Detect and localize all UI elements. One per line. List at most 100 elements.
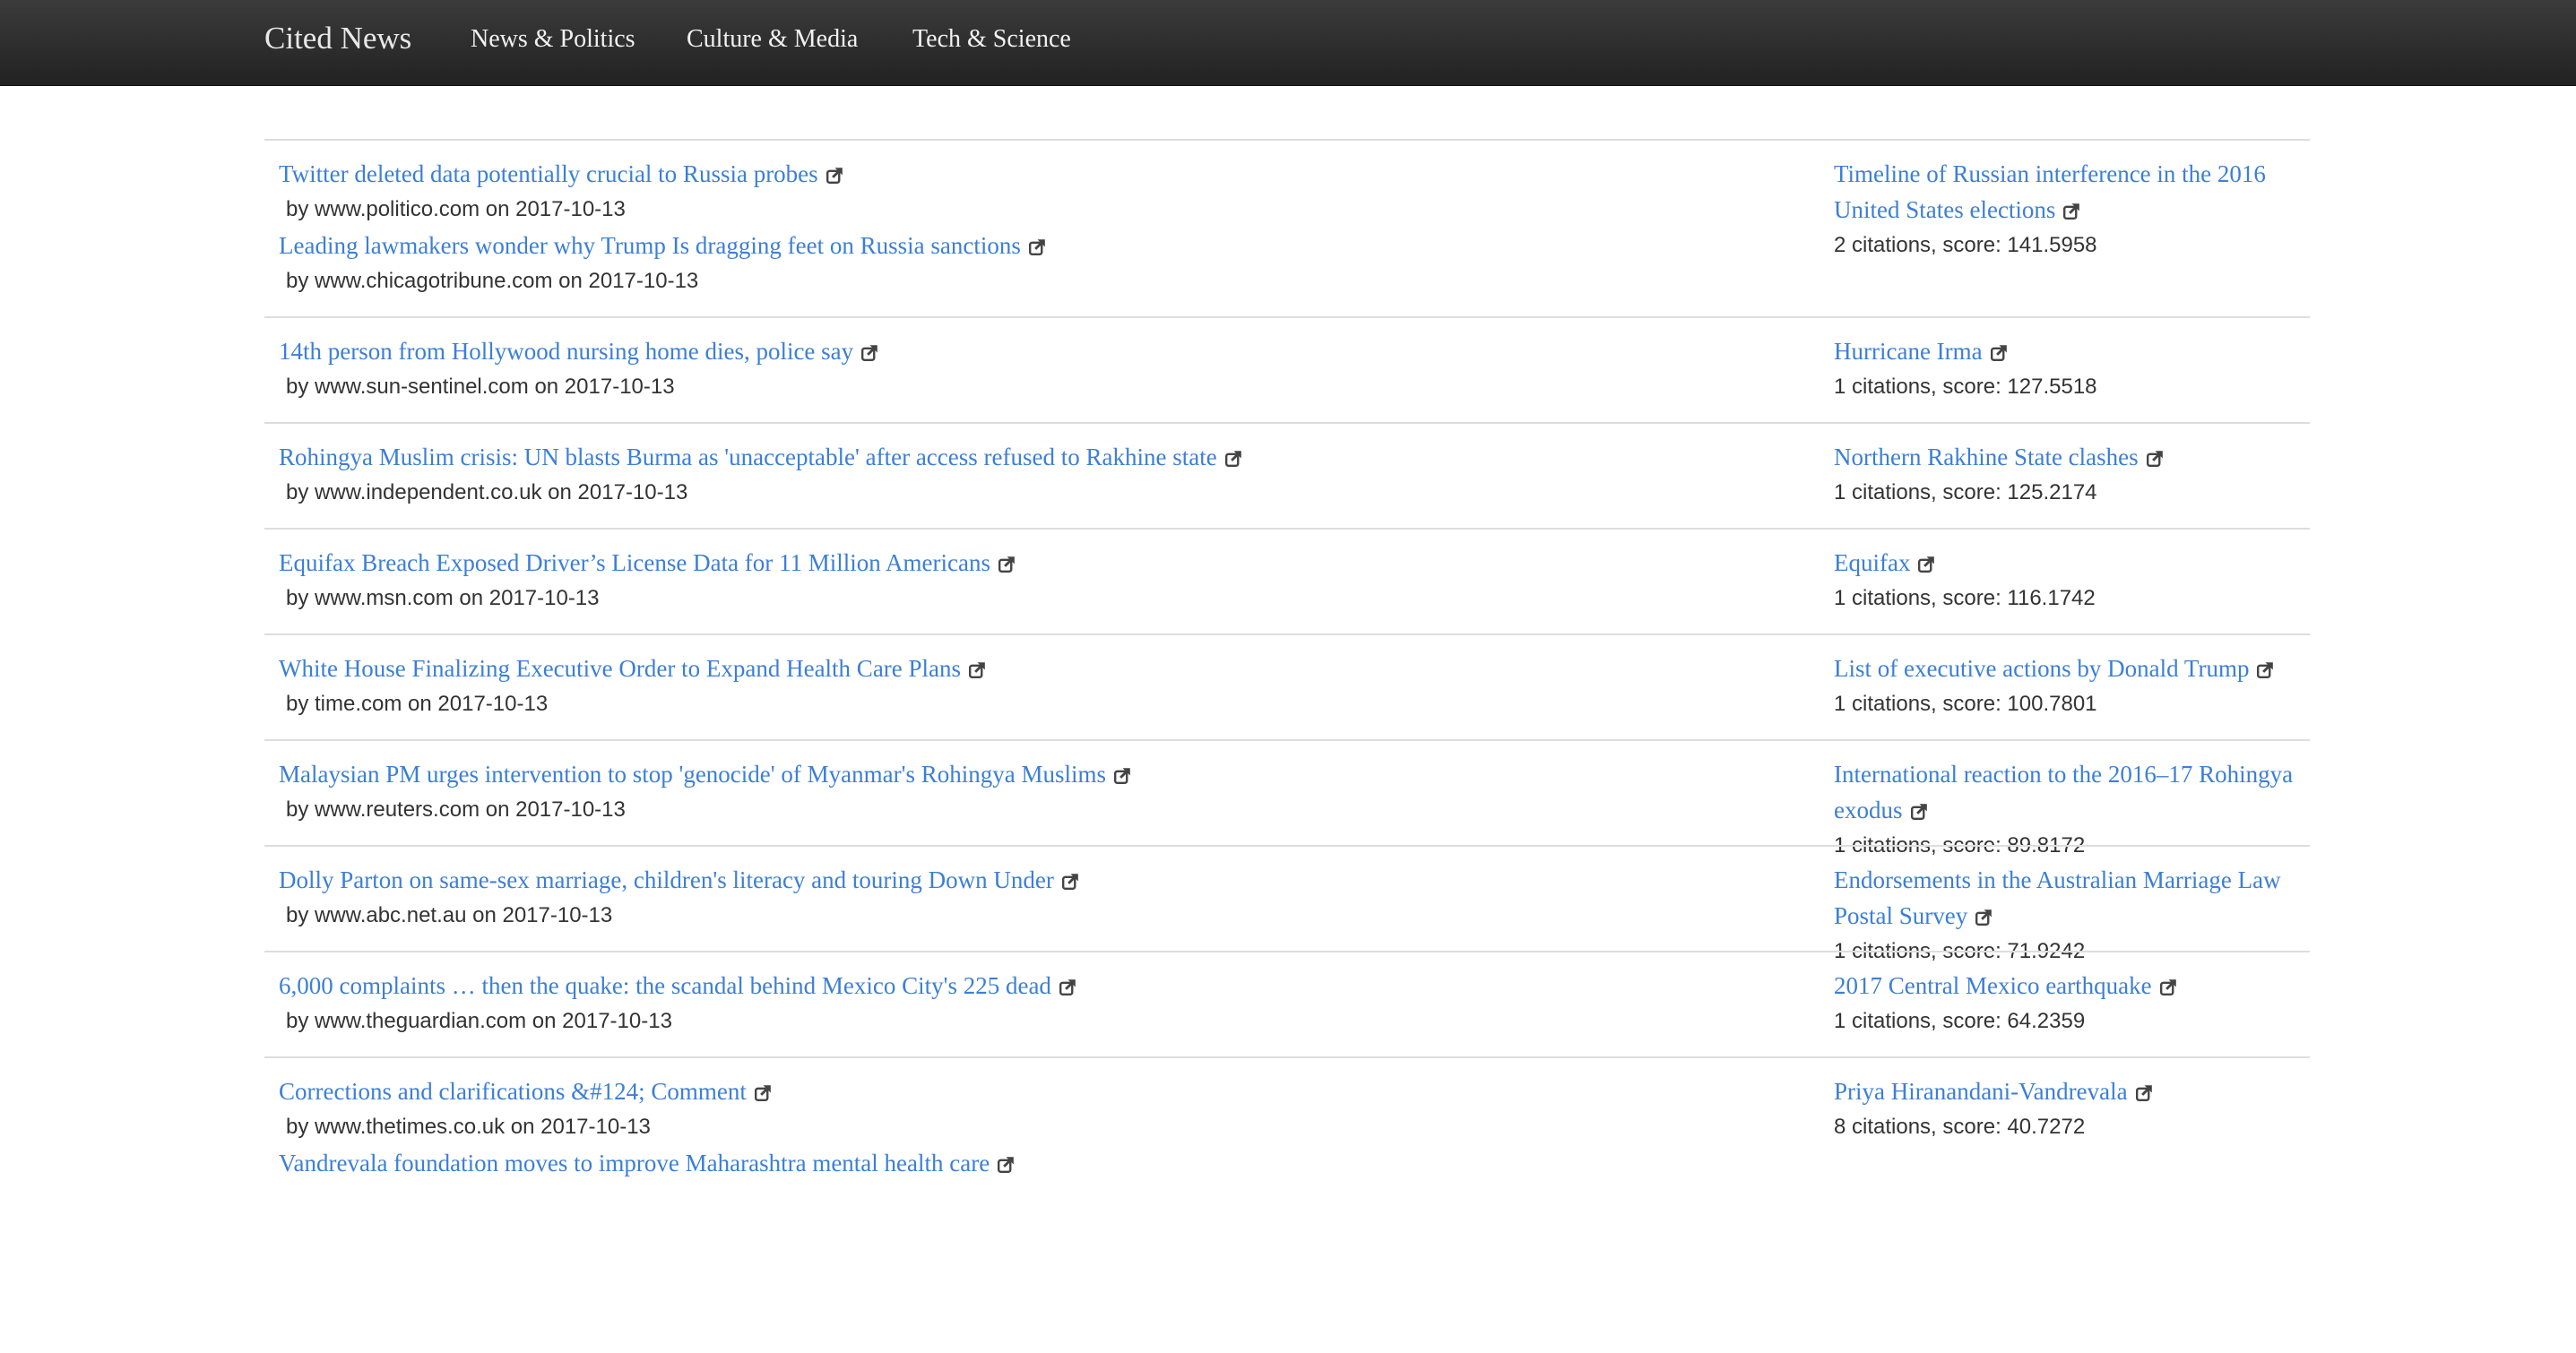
article-title-link[interactable]: Leading lawmakers wonder why Trump Is dr… (279, 228, 1021, 263)
article-byline: by www.chicagotribune.com on 2017-10-13 (286, 269, 699, 293)
external-link-icon[interactable] (1028, 238, 1046, 255)
topic-stats: 1 citations, score: 125.2174 (1834, 480, 2097, 504)
external-link-icon[interactable] (998, 556, 1016, 573)
news-entry: Dolly Parton on same-sex marriage, child… (264, 845, 2310, 963)
topic-title-text[interactable]: List of executive actions by Donald Trum… (1834, 655, 2249, 682)
article-title-link[interactable]: Equifax Breach Exposed Driver’s License … (279, 545, 990, 581)
article-list: Dolly Parton on same-sex marriage, child… (279, 862, 1802, 934)
article-byline: by www.thetimes.co.uk on 2017-10-13 (286, 1115, 651, 1139)
topic-panel: Northern Rakhine State clashes 1 citatio… (1834, 439, 2318, 511)
article-item: Corrections and clarifications &#124; Co… (279, 1073, 1802, 1145)
topic-item: Hurricane Irma 1 citations, score: 127.5… (1834, 333, 2318, 405)
external-link-icon[interactable] (1975, 909, 1993, 926)
nav-link-news-politics[interactable]: News & Politics (471, 25, 635, 54)
external-link-icon[interactable] (1918, 556, 1935, 573)
topic-panel: Timeline of Russian interference in the … (1834, 156, 2318, 263)
topic-stats: 1 citations, score: 127.5518 (1834, 375, 2097, 399)
topic-stats: 1 citations, score: 100.7801 (1834, 692, 2097, 716)
external-link-icon[interactable] (826, 167, 843, 184)
topic-title-text[interactable]: International reaction to the 2016–17 Ro… (1834, 761, 2293, 823)
article-byline: by www.msn.com on 2017-10-13 (286, 586, 600, 610)
topic-title-link[interactable]: Priya Hiranandani-Vandrevala (1834, 1073, 2318, 1109)
article-list: Malaysian PM urges intervention to stop … (279, 756, 1802, 828)
article-title-link[interactable]: Rohingya Muslim crisis: UN blasts Burma … (279, 439, 1217, 475)
article-list: 6,000 complaints … then the quake: the s… (279, 968, 1802, 1039)
news-entry: Twitter deleted data potentially crucial… (264, 139, 2310, 316)
article-list: Rohingya Muslim crisis: UN blasts Burma … (279, 439, 1802, 511)
article-title-link[interactable]: Dolly Parton on same-sex marriage, child… (279, 862, 1054, 898)
nav-link-tech-science[interactable]: Tech & Science (912, 25, 1071, 54)
article-title-link[interactable]: Malaysian PM urges intervention to stop … (279, 756, 1106, 792)
article-item: Leading lawmakers wonder why Trump Is dr… (279, 228, 1802, 299)
topic-title-link[interactable]: 2017 Central Mexico earthquake (1834, 968, 2318, 1004)
external-link-icon[interactable] (2257, 661, 2274, 678)
external-link-icon[interactable] (998, 1156, 1015, 1173)
article-item: 14th person from Hollywood nursing home … (279, 333, 1802, 405)
article-item: White House Finalizing Executive Order t… (279, 651, 1802, 722)
nav-link-culture-media[interactable]: Culture & Media (687, 25, 858, 54)
topic-title-text[interactable]: Priya Hiranandani-Vandrevala (1834, 1078, 2128, 1105)
article-title-link[interactable]: 14th person from Hollywood nursing home … (279, 333, 853, 369)
article-item: 6,000 complaints … then the quake: the s… (279, 968, 1802, 1039)
article-byline: by time.com on 2017-10-13 (286, 692, 549, 716)
article-list: Equifax Breach Exposed Driver’s License … (279, 545, 1802, 616)
article-title-link[interactable]: Vandrevala foundation moves to improve M… (279, 1145, 990, 1181)
article-list: 14th person from Hollywood nursing home … (279, 333, 1802, 405)
topic-title-link[interactable]: International reaction to the 2016–17 Ro… (1834, 756, 2318, 828)
external-link-icon[interactable] (2063, 203, 2080, 220)
news-entry: 14th person from Hollywood nursing home … (264, 316, 2310, 422)
topic-title-text[interactable]: Equifax (1834, 549, 1910, 576)
article-item: Twitter deleted data potentially crucial… (279, 156, 1802, 228)
article-byline: by www.reuters.com on 2017-10-13 (286, 797, 626, 822)
article-title-link[interactable]: White House Finalizing Executive Order t… (279, 651, 961, 686)
topic-item: 2017 Central Mexico earthquake 1 citatio… (1834, 968, 2318, 1039)
topic-stats: 8 citations, score: 40.7272 (1834, 1115, 2086, 1139)
article-item: Vandrevala foundation moves to improve M… (279, 1145, 1802, 1181)
external-link-icon[interactable] (754, 1084, 772, 1101)
external-link-icon[interactable] (1224, 450, 1242, 467)
topic-title-text[interactable]: Northern Rakhine State clashes (1834, 444, 2139, 470)
topic-title-text[interactable]: 2017 Central Mexico earthquake (1834, 972, 2152, 999)
news-entry: White House Finalizing Executive Order t… (264, 633, 2310, 739)
article-title-link[interactable]: Twitter deleted data potentially crucial… (279, 156, 818, 192)
news-entry: Malaysian PM urges intervention to stop … (264, 739, 2310, 857)
article-item: Malaysian PM urges intervention to stop … (279, 756, 1802, 828)
topic-title-text[interactable]: Timeline of Russian interference in the … (1834, 160, 2266, 223)
article-byline: by www.independent.co.uk on 2017-10-13 (286, 480, 688, 504)
topic-stats: 1 citations, score: 116.1742 (1834, 586, 2096, 610)
article-item: Dolly Parton on same-sex marriage, child… (279, 862, 1802, 934)
topic-title-text[interactable]: Hurricane Irma (1834, 338, 1983, 365)
external-link-icon[interactable] (861, 344, 878, 361)
topic-stats: 1 citations, score: 64.2359 (1834, 1009, 2086, 1033)
topic-title-link[interactable]: Hurricane Irma (1834, 333, 2318, 369)
topic-title-link[interactable]: List of executive actions by Donald Trum… (1834, 651, 2318, 686)
external-link-icon[interactable] (1114, 767, 1131, 784)
external-link-icon[interactable] (1059, 978, 1076, 995)
topic-panel: Hurricane Irma 1 citations, score: 127.5… (1834, 333, 2318, 405)
topic-panel: Equifax 1 citations, score: 116.1742 (1834, 545, 2318, 616)
article-byline: by www.abc.net.au on 2017-10-13 (286, 903, 613, 927)
topic-title-link[interactable]: Timeline of Russian interference in the … (1834, 156, 2318, 228)
brand-logo-link[interactable]: Cited News (264, 21, 411, 56)
external-link-icon[interactable] (2135, 1084, 2153, 1101)
external-link-icon[interactable] (2146, 450, 2164, 467)
topic-title-link[interactable]: Equifax (1834, 545, 2318, 581)
external-link-icon[interactable] (2159, 978, 2177, 995)
topic-stats: 2 citations, score: 141.5958 (1834, 233, 2097, 257)
topic-title-text[interactable]: Endorsements in the Australian Marriage … (1834, 866, 2281, 929)
news-list: Twitter deleted data potentially crucial… (264, 139, 2310, 1198)
external-link-icon[interactable] (1910, 803, 1928, 820)
topic-title-link[interactable]: Northern Rakhine State clashes (1834, 439, 2318, 475)
topic-item: Timeline of Russian interference in the … (1834, 156, 2318, 263)
external-link-icon[interactable] (1990, 344, 2008, 361)
article-list: Corrections and clarifications &#124; Co… (279, 1073, 1802, 1181)
article-byline: by www.sun-sentinel.com on 2017-10-13 (286, 375, 675, 399)
topic-title-link[interactable]: Endorsements in the Australian Marriage … (1834, 862, 2318, 934)
topic-item: Northern Rakhine State clashes 1 citatio… (1834, 439, 2318, 511)
topic-panel: Priya Hiranandani-Vandrevala 8 citations… (1834, 1073, 2318, 1145)
article-title-link[interactable]: 6,000 complaints … then the quake: the s… (279, 968, 1051, 1004)
external-link-icon[interactable] (1061, 873, 1079, 890)
external-link-icon[interactable] (969, 661, 986, 678)
topic-panel: List of executive actions by Donald Trum… (1834, 651, 2318, 722)
article-title-link[interactable]: Corrections and clarifications &#124; Co… (279, 1073, 747, 1109)
